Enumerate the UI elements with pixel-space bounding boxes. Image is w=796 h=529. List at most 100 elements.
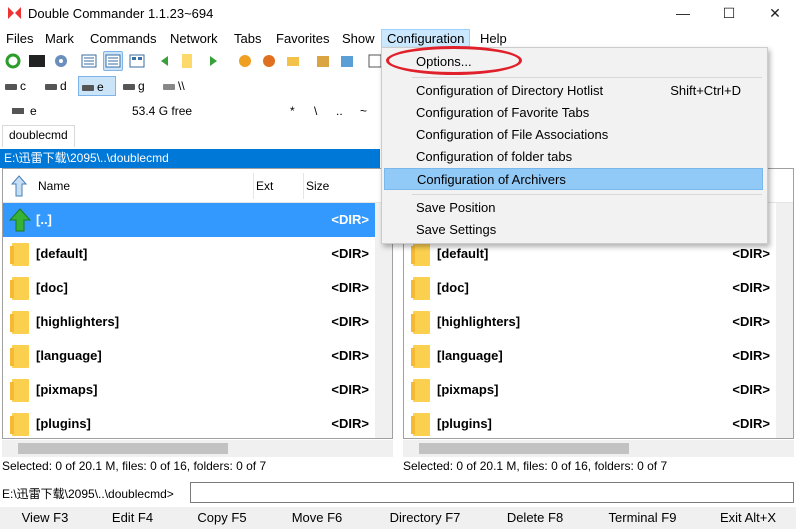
column-divider[interactable] <box>253 173 254 199</box>
drive-label: e <box>97 80 104 94</box>
file-row[interactable]: [plugins] <DIR> <box>3 407 375 438</box>
file-name: [highlighters] <box>36 314 120 329</box>
file-row[interactable]: [language] <DIR> <box>3 339 375 373</box>
maximize-button[interactable]: ☐ <box>706 0 752 28</box>
file-row[interactable]: [plugins] <DIR> <box>404 407 776 438</box>
horizontal-scrollbar[interactable] <box>2 440 393 457</box>
menu-commands[interactable]: Commands <box>90 31 156 46</box>
edit-f4-button[interactable]: Edit F4 <box>90 510 175 525</box>
file-name: [language] <box>36 348 102 363</box>
delete-f8-button[interactable]: Delete F8 <box>485 510 585 525</box>
folder-icon <box>411 277 430 300</box>
drive-icon <box>5 84 17 90</box>
left-path-bar[interactable]: E:\迅雷下载\2095\..\doublecmd <box>0 149 380 168</box>
panel-left-icon[interactable] <box>155 51 175 71</box>
drive-button-network[interactable]: \\ <box>160 76 196 96</box>
command-prompt-label: E:\迅雷下载\2095\..\doublecmd> <box>2 487 174 501</box>
drive-button-g[interactable]: g <box>120 76 156 96</box>
refresh-icon[interactable] <box>3 51 23 71</box>
file-row[interactable]: [highlighters] <DIR> <box>404 305 776 339</box>
minimize-button[interactable]: — <box>660 0 706 28</box>
directory-f7-button[interactable]: Directory F7 <box>365 510 485 525</box>
drive-button-d[interactable]: d <box>42 76 78 96</box>
folder-icon <box>10 311 29 334</box>
close-button[interactable]: ✕ <box>752 0 796 28</box>
file-row[interactable]: [doc] <DIR> <box>404 271 776 305</box>
root-dir-button[interactable]: * <box>290 104 295 118</box>
brief-view-icon[interactable] <box>79 51 99 71</box>
panel-right-icon[interactable] <box>203 51 223 71</box>
menu-item-folder-tabs[interactable]: Configuration of folder tabs <box>384 146 763 168</box>
folder-icon <box>10 379 29 402</box>
menu-item-save-position[interactable]: Save Position <box>384 197 763 219</box>
file-row[interactable]: [doc] <DIR> <box>3 271 375 305</box>
file-size: <DIR> <box>331 246 369 261</box>
file-row[interactable]: [language] <DIR> <box>404 339 776 373</box>
drive-icon <box>45 84 57 90</box>
drive-button-e[interactable]: e <box>78 76 116 96</box>
copy-f5-button[interactable]: Copy F5 <box>175 510 269 525</box>
menu-files[interactable]: Files <box>6 31 33 46</box>
terminal-f9-button[interactable]: Terminal F9 <box>585 510 700 525</box>
exit-alt-x-button[interactable]: Exit Alt+X <box>700 510 796 525</box>
multi-rename-icon[interactable] <box>235 51 255 71</box>
file-size: <DIR> <box>331 348 369 363</box>
full-view-icon[interactable] <box>103 51 123 71</box>
file-size: <DIR> <box>331 382 369 397</box>
search-icon[interactable] <box>259 51 279 71</box>
menu-item-shortcut: Shift+Ctrl+D <box>670 83 741 98</box>
move-f6-button[interactable]: Move F6 <box>269 510 365 525</box>
options-gear-icon[interactable] <box>51 51 71 71</box>
file-name: [pixmaps] <box>437 382 499 397</box>
menu-item-label: Configuration of Directory Hotlist <box>416 83 604 98</box>
file-row[interactable]: [default] <DIR> <box>3 237 375 271</box>
menu-mark[interactable]: Mark <box>45 31 74 46</box>
menu-favorites[interactable]: Favorites <box>276 31 329 46</box>
menu-tabs[interactable]: Tabs <box>234 31 261 46</box>
menu-item-file-associations[interactable]: Configuration of File Associations <box>384 124 763 146</box>
command-input[interactable] <box>190 482 794 503</box>
column-name[interactable]: Name <box>38 179 70 193</box>
scroll-thumb[interactable] <box>419 443 629 454</box>
up-arrow-icon[interactable] <box>11 175 27 197</box>
sync-dirs-icon[interactable] <box>283 51 303 71</box>
menu-configuration[interactable]: Configuration <box>381 29 471 48</box>
file-row[interactable]: [highlighters] <DIR> <box>3 305 375 339</box>
thumbnail-view-icon[interactable] <box>127 51 147 71</box>
pack-files-icon[interactable] <box>313 51 333 71</box>
file-name: [..] <box>36 212 52 227</box>
file-row[interactable]: [pixmaps] <DIR> <box>3 373 375 407</box>
folder-icon <box>10 413 29 436</box>
menu-item-favorite-tabs[interactable]: Configuration of Favorite Tabs <box>384 102 763 124</box>
menu-show[interactable]: Show <box>342 31 375 46</box>
menu-item-directory-hotlist[interactable]: Configuration of Directory Hotlist Shift+… <box>384 80 763 102</box>
file-row-parent[interactable]: [..] <DIR> <box>3 203 375 237</box>
menu-network[interactable]: Network <box>170 31 218 46</box>
view-f3-button[interactable]: View F3 <box>0 510 90 525</box>
menu-item-options[interactable]: Options... <box>384 51 763 73</box>
menu-help[interactable]: Help <box>480 31 507 46</box>
menu-item-archivers[interactable]: Configuration of Archivers <box>384 168 763 190</box>
extract-files-icon[interactable] <box>337 51 357 71</box>
column-header: Name Ext Size <box>3 169 392 203</box>
tab-doublecmd[interactable]: doublecmd <box>2 125 75 147</box>
root-dir-backslash-button[interactable]: \ <box>314 104 317 118</box>
home-dir-button[interactable]: ~ <box>360 104 367 118</box>
horizontal-scrollbar[interactable] <box>403 440 794 457</box>
column-size[interactable]: Size <box>306 179 329 193</box>
window-title: Double Commander 1.1.23~694 <box>28 6 214 21</box>
panel-swap-icon[interactable] <box>179 51 199 71</box>
menu-item-save-settings[interactable]: Save Settings <box>384 219 763 241</box>
column-divider[interactable] <box>303 173 304 199</box>
vertical-scrollbar[interactable] <box>776 203 793 438</box>
terminal-icon[interactable] <box>27 51 47 71</box>
drive-button-c[interactable]: c <box>2 76 42 96</box>
left-status-bar: Selected: 0 of 20.1 M, files: 0 of 16, f… <box>2 459 267 473</box>
column-ext[interactable]: Ext <box>256 179 273 193</box>
scroll-thumb[interactable] <box>18 443 228 454</box>
command-line: E:\迅雷下载\2095\..\doublecmd> <box>0 480 796 504</box>
left-drive-info: e 53.4 G free * \ .. ~ <box>0 100 381 122</box>
file-row[interactable]: [pixmaps] <DIR> <box>404 373 776 407</box>
parent-dir-button[interactable]: .. <box>336 104 343 118</box>
drive-label: d <box>60 79 67 93</box>
